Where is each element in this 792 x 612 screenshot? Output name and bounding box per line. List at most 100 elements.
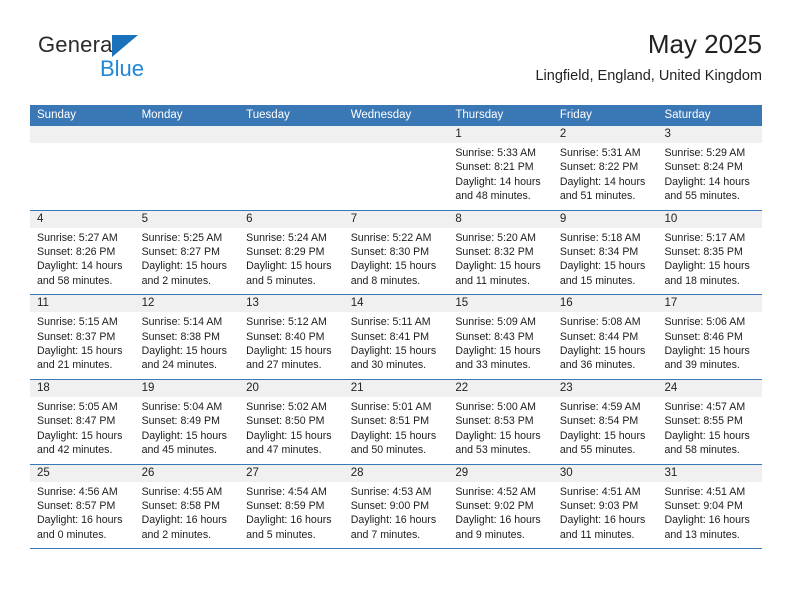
day-cell[interactable]: 28 Sunrise: 4:53 AM Sunset: 9:00 PM Dayligh… bbox=[343, 464, 449, 549]
day-cell[interactable]: 24 Sunrise: 4:57 AM Sunset: 8:55 PM Dayligh… bbox=[657, 379, 763, 464]
day-detail-line: Daylight: 16 hours bbox=[455, 514, 541, 527]
brand-word-blue: Blue bbox=[100, 56, 145, 81]
day-detail-line: and 2 minutes. bbox=[141, 528, 212, 541]
day-detail-line: Sunrise: 5:15 AM bbox=[37, 316, 118, 329]
brand-logo[interactable]: General Blue bbox=[38, 32, 258, 92]
day-cell[interactable]: 10 Sunrise: 5:17 AM Sunset: 8:35 PM Dayligh… bbox=[657, 210, 763, 295]
day-details bbox=[344, 143, 449, 146]
day-number: 21 bbox=[343, 379, 449, 397]
weekday-header-thursday: Thursday bbox=[455, 109, 504, 121]
day-detail-line: Daylight: 15 hours bbox=[350, 345, 437, 358]
day-detail-line: Sunrise: 5:11 AM bbox=[350, 316, 431, 329]
day-number: 4 bbox=[30, 210, 135, 228]
day-cell[interactable]: 9 Sunrise: 5:18 AM Sunset: 8:34 PM Daylight… bbox=[552, 210, 658, 295]
day-detail-line: Daylight: 16 hours bbox=[246, 514, 332, 527]
day-details: Sunrise: 5:17 AM Sunset: 8:35 PM Daylight:… bbox=[657, 228, 762, 289]
day-details: Sunrise: 5:02 AM Sunset: 8:50 PM Daylight:… bbox=[239, 397, 344, 458]
calendar-week-row: 11 Sunrise: 5:15 AM Sunset: 8:37 PM Dayligh… bbox=[30, 295, 763, 380]
day-cell[interactable]: 31 Sunrise: 4:51 AM Sunset: 9:04 PM Dayligh… bbox=[657, 464, 763, 549]
day-cell[interactable]: 5 Sunrise: 5:25 AM Sunset: 8:27 PM Daylight… bbox=[134, 210, 240, 295]
day-number: 8 bbox=[448, 210, 553, 228]
day-cell[interactable]: 8 Sunrise: 5:20 AM Sunset: 8:32 PM Daylight… bbox=[448, 210, 553, 295]
day-detail-line: Sunrise: 4:52 AM bbox=[455, 485, 536, 498]
day-cell[interactable]: 13 Sunrise: 5:12 AM Sunset: 8:40 PM Dayligh… bbox=[239, 295, 344, 379]
calendar-weeks: 1 Sunrise: 5:33 AM Sunset: 8:21 PM Daylight… bbox=[30, 126, 763, 550]
day-cell[interactable]: 3 Sunrise: 5:29 AM Sunset: 8:24 PM Daylight… bbox=[657, 126, 763, 210]
day-detail-line: Daylight: 16 hours bbox=[350, 514, 437, 527]
day-cell[interactable]: 1 Sunrise: 5:33 AM Sunset: 8:21 PM Daylight… bbox=[448, 126, 553, 210]
day-detail-line: Sunset: 8:44 PM bbox=[559, 330, 639, 343]
day-cell[interactable]: 20 Sunrise: 5:02 AM Sunset: 8:50 PM Dayligh… bbox=[239, 379, 344, 464]
day-details: Sunrise: 5:15 AM Sunset: 8:37 PM Daylight:… bbox=[30, 312, 135, 373]
day-detail-line: Sunset: 8:41 PM bbox=[350, 330, 430, 343]
day-cell[interactable]: 18 Sunrise: 5:05 AM Sunset: 8:47 PM Dayligh… bbox=[30, 379, 135, 464]
day-details bbox=[135, 143, 240, 146]
day-cell[interactable]: 21 Sunrise: 5:01 AM Sunset: 8:51 PM Dayligh… bbox=[343, 379, 449, 464]
day-cell[interactable]: 19 Sunrise: 5:04 AM Sunset: 8:49 PM Dayligh… bbox=[134, 379, 240, 464]
day-cell[interactable]: 23 Sunrise: 4:59 AM Sunset: 8:54 PM Dayligh… bbox=[552, 379, 658, 464]
day-detail-line: Sunrise: 5:24 AM bbox=[246, 231, 327, 244]
day-detail-line: Sunrise: 5:29 AM bbox=[664, 147, 746, 159]
day-cell[interactable]: 12 Sunrise: 5:14 AM Sunset: 8:38 PM Dayligh… bbox=[134, 295, 240, 379]
day-number: 9 bbox=[552, 210, 658, 228]
day-details bbox=[30, 143, 135, 146]
day-detail-line: and 50 minutes. bbox=[350, 444, 427, 457]
weekday-header-monday: Monday bbox=[141, 109, 183, 121]
day-cell[interactable]: 7 Sunrise: 5:22 AM Sunset: 8:30 PM Daylight… bbox=[343, 210, 449, 295]
day-cell[interactable]: 4 Sunrise: 5:27 AM Sunset: 8:26 PM Daylight… bbox=[30, 210, 135, 295]
day-detail-line: Daylight: 15 hours bbox=[246, 345, 332, 358]
day-cell[interactable]: 26 Sunrise: 4:55 AM Sunset: 8:58 PM Dayligh… bbox=[134, 464, 240, 549]
page-title: May 2025 bbox=[647, 29, 762, 59]
day-details: Sunrise: 5:09 AM Sunset: 8:43 PM Daylight:… bbox=[448, 312, 553, 373]
day-detail-line: Sunset: 8:40 PM bbox=[246, 330, 325, 343]
day-detail-line: Daylight: 15 hours bbox=[664, 345, 750, 358]
day-detail-line: Daylight: 14 hours bbox=[664, 175, 750, 188]
day-cell[interactable]: 6 Sunrise: 5:24 AM Sunset: 8:29 PM Daylight… bbox=[239, 210, 344, 295]
day-cell[interactable]: 29 Sunrise: 4:52 AM Sunset: 9:02 PM Dayligh… bbox=[448, 464, 553, 549]
day-cell[interactable]: 2 Sunrise: 5:31 AM Sunset: 8:22 PM Daylight… bbox=[552, 126, 658, 210]
day-number: 1 bbox=[448, 126, 553, 143]
day-cell[interactable]: 16 Sunrise: 5:08 AM Sunset: 8:44 PM Dayligh… bbox=[552, 295, 658, 379]
day-cell[interactable]: 11 Sunrise: 5:15 AM Sunset: 8:37 PM Dayligh… bbox=[30, 295, 135, 379]
day-number: 17 bbox=[657, 295, 763, 313]
day-detail-line: Sunrise: 4:55 AM bbox=[141, 485, 223, 498]
day-cell-empty bbox=[134, 126, 240, 210]
day-detail-line: Sunrise: 4:51 AM bbox=[559, 485, 641, 498]
calendar-week-row: 4 Sunrise: 5:27 AM Sunset: 8:26 PM Daylight… bbox=[30, 210, 763, 296]
day-detail-line: Daylight: 15 hours bbox=[455, 345, 541, 358]
page-subtitle: Lingfield, England, United Kingdom bbox=[535, 68, 762, 84]
day-number: 7 bbox=[343, 210, 449, 228]
day-detail-line: Sunrise: 5:18 AM bbox=[559, 231, 641, 244]
day-detail-line: Sunset: 8:38 PM bbox=[141, 330, 220, 343]
day-number: 2 bbox=[552, 126, 658, 143]
day-detail-line: Sunrise: 5:33 AM bbox=[455, 147, 536, 159]
day-number: 31 bbox=[657, 464, 763, 482]
day-cell[interactable]: 15 Sunrise: 5:09 AM Sunset: 8:43 PM Dayligh… bbox=[448, 295, 553, 379]
day-number: 3 bbox=[657, 126, 763, 143]
day-details: Sunrise: 5:11 AM Sunset: 8:41 PM Daylight:… bbox=[344, 312, 449, 373]
day-detail-line: Sunset: 8:53 PM bbox=[455, 415, 534, 428]
day-detail-line: Daylight: 15 hours bbox=[350, 429, 437, 442]
day-detail-line: and 8 minutes. bbox=[350, 274, 421, 287]
day-detail-line: Sunrise: 5:00 AM bbox=[455, 400, 536, 413]
day-details: Sunrise: 5:29 AM Sunset: 8:24 PM Daylight:… bbox=[657, 143, 762, 204]
day-cell[interactable]: 22 Sunrise: 5:00 AM Sunset: 8:53 PM Dayligh… bbox=[448, 379, 553, 464]
day-cell[interactable]: 17 Sunrise: 5:06 AM Sunset: 8:46 PM Dayligh… bbox=[657, 295, 763, 379]
day-number bbox=[239, 126, 344, 143]
day-detail-line: and 5 minutes. bbox=[246, 528, 316, 541]
day-detail-line: and 55 minutes. bbox=[664, 190, 740, 203]
day-cell[interactable]: 27 Sunrise: 4:54 AM Sunset: 8:59 PM Dayligh… bbox=[239, 464, 344, 549]
day-detail-line: Sunset: 8:50 PM bbox=[246, 415, 325, 428]
day-detail-line: and 47 minutes. bbox=[246, 444, 322, 457]
day-detail-line: Daylight: 14 hours bbox=[559, 175, 646, 188]
day-number: 18 bbox=[30, 379, 135, 397]
day-cell[interactable]: 30 Sunrise: 4:51 AM Sunset: 9:03 PM Dayligh… bbox=[552, 464, 658, 549]
day-cell[interactable]: 25 Sunrise: 4:56 AM Sunset: 8:57 PM Dayligh… bbox=[30, 464, 135, 549]
day-detail-line: Sunrise: 5:20 AM bbox=[455, 231, 536, 244]
day-detail-line: Daylight: 15 hours bbox=[141, 345, 227, 358]
day-detail-line: and 11 minutes. bbox=[455, 274, 530, 287]
day-cell[interactable]: 14 Sunrise: 5:11 AM Sunset: 8:41 PM Dayligh… bbox=[343, 295, 449, 379]
day-detail-line: Sunrise: 5:09 AM bbox=[455, 316, 536, 329]
day-details: Sunrise: 4:51 AM Sunset: 9:03 PM Daylight:… bbox=[553, 482, 658, 543]
day-detail-line: Sunrise: 5:02 AM bbox=[246, 400, 327, 413]
